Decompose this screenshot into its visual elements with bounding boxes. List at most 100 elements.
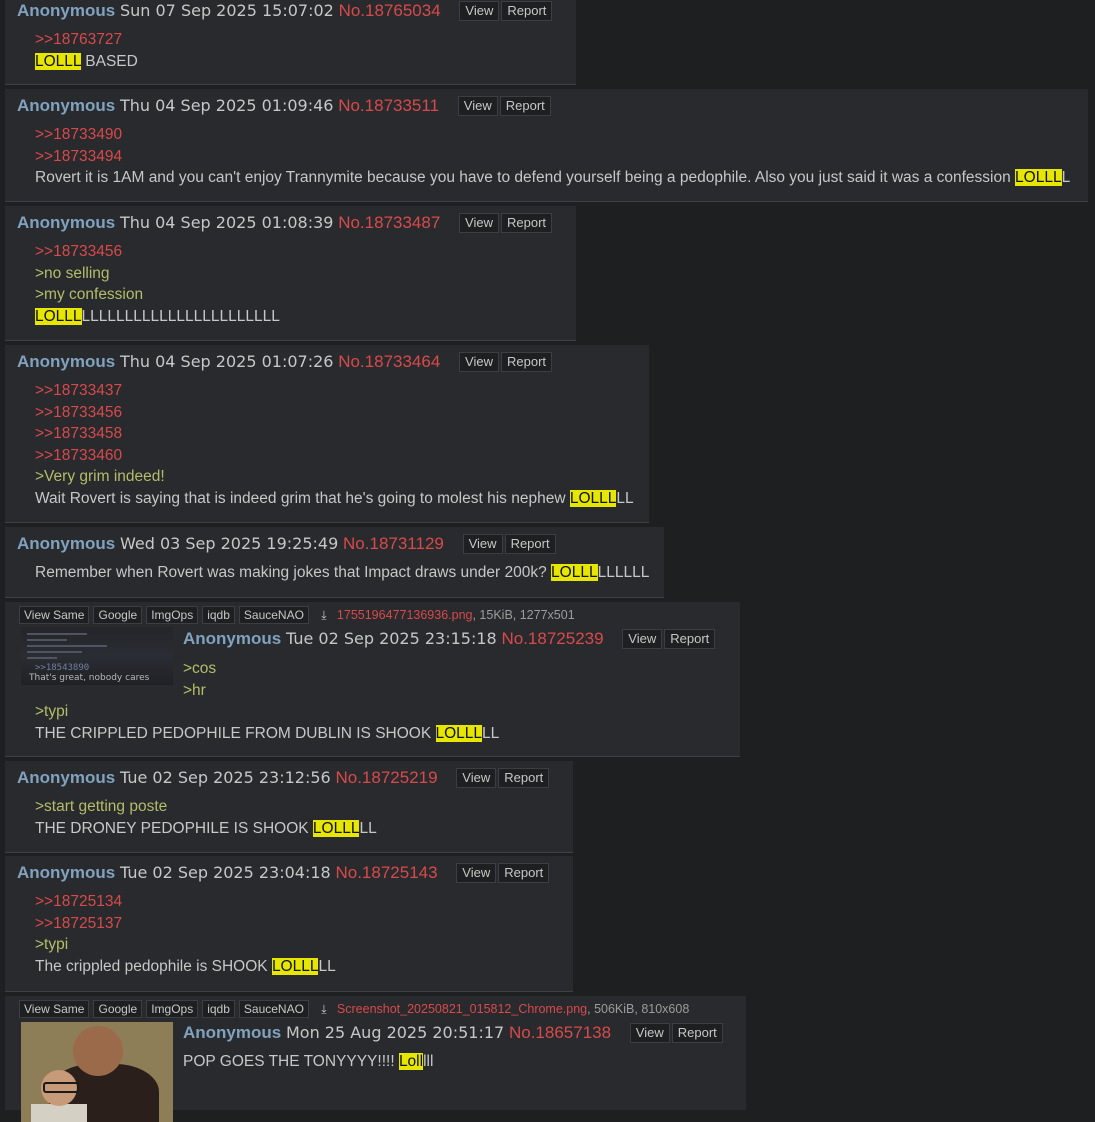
- thumbnail-caption: >>18543890: [35, 663, 90, 673]
- highlight: LOLLL: [271, 957, 319, 975]
- quote-link[interactable]: >>18733458: [35, 423, 634, 445]
- poster-name: Anonymous: [17, 1, 116, 20]
- post: Anonymous Sun 07 Sep 2025 15:07:02 No.18…: [5, 0, 576, 85]
- post-body: >>18725134 >>18725137 >typi The crippled…: [35, 891, 336, 977]
- quote-link[interactable]: >>18733490: [35, 124, 1070, 146]
- report-button[interactable]: Report: [498, 768, 550, 788]
- iqdb-button[interactable]: iqdb: [202, 606, 235, 624]
- post-body: >>18763727 LOLLL BASED: [35, 29, 138, 72]
- highlight: LOLLL: [569, 489, 617, 507]
- saucenao-button[interactable]: SauceNAO: [238, 606, 309, 624]
- post-date: Wed 03 Sep 2025 19:25:49: [119, 534, 339, 553]
- quote-link[interactable]: >>18733494: [35, 146, 1070, 168]
- post: Anonymous Wed 03 Sep 2025 19:25:49 No.18…: [5, 527, 664, 598]
- post-text: Wait Rovert is saying that is indeed gri…: [35, 489, 634, 507]
- iqdb-button[interactable]: iqdb: [202, 1000, 235, 1018]
- quote-link[interactable]: >>18733437: [35, 380, 634, 402]
- report-button[interactable]: Report: [500, 352, 553, 372]
- view-button[interactable]: View: [622, 629, 663, 649]
- view-button[interactable]: View: [457, 96, 498, 116]
- file-link[interactable]: Screenshot_20250821_015812_Chrome.png: [337, 1002, 587, 1016]
- post-header: Anonymous Tue 02 Sep 2025 23:12:56 No.18…: [17, 767, 550, 789]
- report-button[interactable]: Report: [499, 96, 551, 116]
- post-number[interactable]: No.18765034: [339, 1, 441, 20]
- quote-link[interactable]: >>18733456: [35, 402, 634, 424]
- report-button[interactable]: Report: [504, 534, 556, 554]
- view-button[interactable]: View: [456, 863, 497, 883]
- greentext: >typi: [35, 936, 69, 953]
- view-button[interactable]: View: [629, 1023, 670, 1043]
- post-text: The crippled pedophile is SHOOK LOLLLLL: [35, 957, 336, 975]
- post-number[interactable]: No.18733487: [338, 213, 440, 232]
- highlight: LOLLL: [35, 307, 82, 325]
- quote-link[interactable]: >>18733460: [35, 445, 634, 467]
- download-icon[interactable]: ⤓: [317, 606, 331, 624]
- view-same-button[interactable]: View Same: [19, 606, 90, 624]
- greentext: >typi: [35, 703, 69, 720]
- post-date: Sun 07 Sep 2025 15:07:02: [119, 1, 334, 20]
- highlight: LOLLL: [312, 819, 360, 837]
- post-number[interactable]: No.18725239: [501, 629, 603, 648]
- post-text: THE CRIPPLED PEDOPHILE FROM DUBLIN IS SH…: [35, 724, 500, 742]
- post-body: POP GOES THE TONYYYY!!!! Lolllll: [183, 1051, 433, 1073]
- greentext: >Very grim indeed!: [35, 468, 165, 485]
- report-button[interactable]: Report: [500, 213, 553, 233]
- post-number[interactable]: No.18725219: [335, 768, 437, 787]
- quote-link[interactable]: >>18725134: [35, 891, 336, 913]
- view-button[interactable]: View: [462, 534, 503, 554]
- post: Anonymous Thu 04 Sep 2025 01:08:39 No.18…: [5, 206, 576, 341]
- post-header: Anonymous Sun 07 Sep 2025 15:07:02 No.18…: [17, 0, 553, 22]
- imgops-button[interactable]: ImgOps: [146, 606, 199, 624]
- quote-link[interactable]: >>18763727: [35, 29, 138, 51]
- post-number[interactable]: No.18657138: [509, 1023, 611, 1042]
- quote-link[interactable]: >>18725137: [35, 913, 336, 935]
- file-meta: , 506KiB, 810x608: [587, 1002, 690, 1016]
- download-icon[interactable]: ⤓: [317, 1000, 331, 1018]
- post-header: Anonymous Tue 02 Sep 2025 23:04:18 No.18…: [17, 862, 550, 884]
- post-header: Anonymous Thu 04 Sep 2025 01:08:39 No.18…: [17, 212, 553, 234]
- view-button[interactable]: View: [459, 213, 499, 233]
- report-button[interactable]: Report: [501, 1, 553, 21]
- view-button[interactable]: View: [459, 352, 499, 372]
- post-text: LOLLL BASED: [35, 52, 138, 70]
- post-header: Anonymous Thu 04 Sep 2025 01:09:46 No.18…: [17, 95, 551, 117]
- file-bar: View Same Google ImgOps iqdb SauceNAO ⤓ Screen…: [19, 1000, 689, 1018]
- imgops-button[interactable]: ImgOps: [146, 1000, 199, 1018]
- post-number[interactable]: No.18725143: [335, 863, 437, 882]
- file-meta: , 15KiB, 1277x501: [472, 608, 575, 622]
- thumbnail[interactable]: >>18543890 That's great, nobody cares: [21, 627, 173, 685]
- post-body: >typi THE CRIPPLED PEDOPHILE FROM DUBLIN…: [35, 701, 499, 744]
- post: View Same Google ImgOps iqdb SauceNAO ⤓ Screen…: [5, 996, 746, 1122]
- post-header: Anonymous Wed 03 Sep 2025 19:25:49 No.18…: [17, 533, 556, 555]
- google-button[interactable]: Google: [93, 606, 143, 624]
- poster-name: Anonymous: [17, 534, 116, 553]
- report-button[interactable]: Report: [498, 863, 550, 883]
- post-number[interactable]: No.18733511: [338, 96, 439, 115]
- post: View Same Google ImgOps iqdb SauceNAO ⤓ 175519…: [5, 602, 740, 757]
- greentext: >hr: [183, 681, 206, 699]
- poster-name: Anonymous: [183, 629, 282, 648]
- saucenao-button[interactable]: SauceNAO: [238, 1000, 309, 1018]
- highlight: LOLLL: [35, 52, 81, 70]
- post-body: >start getting poste THE DRONEY PEDOPHIL…: [35, 796, 377, 839]
- poster-name: Anonymous: [17, 96, 116, 115]
- view-same-button[interactable]: View Same: [19, 1000, 90, 1018]
- post-date: Thu 04 Sep 2025 01:09:46: [119, 96, 334, 115]
- report-button[interactable]: Report: [671, 1023, 723, 1043]
- view-button[interactable]: View: [456, 768, 497, 788]
- post-date: Mon 25 Aug 2025 20:51:17: [285, 1023, 505, 1042]
- highlight: Loll: [398, 1053, 424, 1070]
- poster-name: Anonymous: [17, 863, 116, 882]
- post-header: Anonymous Tue 02 Sep 2025 23:15:18 No.18…: [183, 628, 716, 650]
- post-number[interactable]: No.18731129: [343, 534, 444, 553]
- greentext: >cos: [183, 660, 217, 677]
- google-button[interactable]: Google: [93, 1000, 143, 1018]
- post-date: Thu 04 Sep 2025 01:08:39: [119, 213, 334, 232]
- quote-link[interactable]: >>18733456: [35, 241, 280, 263]
- view-button[interactable]: View: [459, 1, 500, 21]
- post-number[interactable]: No.18733464: [338, 352, 440, 371]
- file-link[interactable]: 1755196477136936.png: [337, 608, 473, 622]
- report-button[interactable]: Report: [664, 629, 716, 649]
- thumbnail[interactable]: [21, 1022, 173, 1122]
- post: Anonymous Thu 04 Sep 2025 01:09:46 No.18…: [5, 89, 1088, 202]
